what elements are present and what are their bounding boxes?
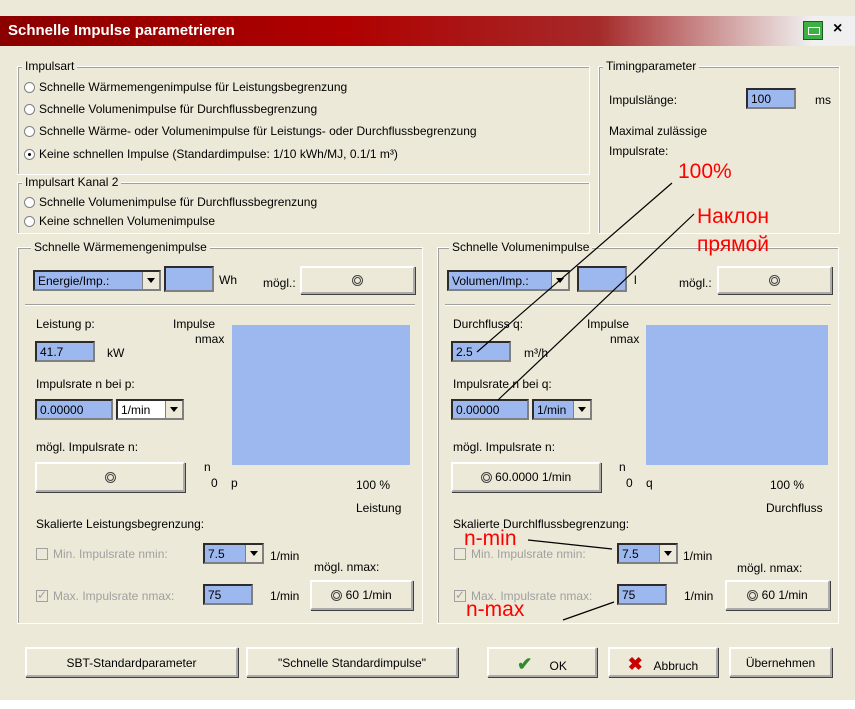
annotation-lines (476, 182, 695, 621)
annotation-nmax: n-max (466, 598, 525, 621)
annotation-line-naklon (497, 213, 695, 401)
annotation-line-nmax (562, 601, 615, 621)
annotation-naklon-1: Наклон (697, 205, 770, 228)
annotation-line-nmin (527, 539, 613, 550)
annotation-nmin: n-min (464, 527, 517, 550)
annotation-100: 100% (678, 160, 732, 183)
annotation-naklon-2: прямой (697, 233, 770, 256)
